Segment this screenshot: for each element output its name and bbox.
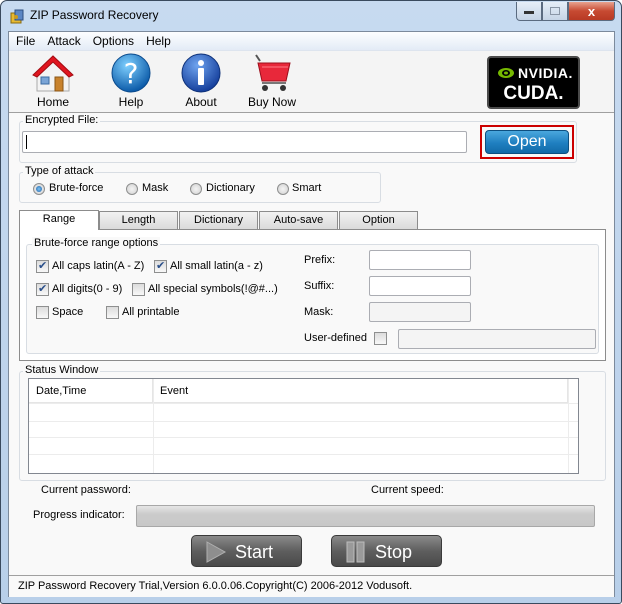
column-header-event[interactable]: Event — [153, 379, 568, 403]
text-caret — [26, 135, 27, 149]
buy-now-label: Buy Now — [247, 95, 297, 109]
checkbox-caps-latin[interactable] — [36, 259, 49, 273]
maximize-button[interactable] — [542, 2, 568, 21]
menu-attack[interactable]: Attack — [40, 32, 85, 50]
radio-brute-force[interactable] — [33, 183, 45, 195]
help-label: Help — [118, 95, 144, 109]
stop-label: Stop — [375, 542, 413, 562]
encrypted-file-label: Encrypted File: — [23, 114, 101, 126]
radio-mask[interactable] — [126, 183, 138, 195]
help-icon: ? — [111, 53, 151, 93]
help-button[interactable]: ? Help — [101, 53, 161, 111]
about-label: About — [185, 95, 217, 109]
checkbox-user-defined[interactable] — [374, 332, 387, 345]
app-icon — [10, 9, 24, 24]
tab-option[interactable]: Option — [339, 211, 418, 230]
row-divider — [29, 437, 578, 438]
minimize-icon — [524, 11, 534, 14]
row-divider — [29, 454, 578, 455]
checkbox-special-symbols[interactable] — [132, 283, 145, 296]
cuda-label: CUDA. — [503, 83, 564, 104]
radio-brute-force-label: Brute-force — [49, 182, 104, 194]
pause-icon — [346, 541, 365, 563]
radio-smart-label: Smart — [292, 182, 322, 194]
close-icon: x — [587, 3, 596, 19]
checkbox-space-label: Space — [52, 306, 84, 318]
window-controls: x — [516, 2, 615, 21]
svg-text:?: ? — [124, 57, 139, 90]
toolbar: Home ? Help About Buy Now NVIDIA. CUDA. — [9, 51, 614, 113]
user-defined-input[interactable] — [398, 329, 596, 349]
radio-mask-label: Mask — [142, 182, 169, 194]
radio-smart[interactable] — [277, 183, 289, 195]
cart-icon — [255, 54, 291, 91]
checkbox-special-symbols-label: All special symbols(!@#...) — [148, 283, 278, 295]
app-window: ZIP Password Recovery x File Attack Opti… — [0, 0, 622, 604]
current-speed-label: Current speed: — [371, 484, 444, 496]
open-button-highlight: Open — [480, 125, 574, 159]
mask-input[interactable] — [369, 302, 471, 322]
minimize-button[interactable] — [516, 2, 542, 21]
status-bar-text: ZIP Password Recovery Trial,Version 6.0.… — [18, 580, 413, 592]
tab-length[interactable]: Length — [99, 211, 178, 230]
stop-button[interactable]: Stop — [331, 535, 442, 567]
column-header-date-time[interactable]: Date,Time — [29, 379, 153, 403]
menu-help[interactable]: Help — [139, 32, 176, 50]
radio-dictionary-label: Dictionary — [206, 182, 255, 194]
encrypted-file-input[interactable] — [22, 131, 467, 153]
checkbox-small-latin-label: All small latin(a - z) — [170, 260, 263, 272]
row-divider — [29, 421, 578, 422]
status-bar: ZIP Password Recovery Trial,Version 6.0.… — [9, 575, 614, 597]
nvidia-eye-icon — [498, 68, 514, 78]
checkbox-small-latin[interactable] — [154, 259, 167, 273]
menu-options[interactable]: Options — [86, 32, 139, 50]
close-button[interactable]: x — [568, 2, 615, 21]
checkbox-digits-label: All digits(0 - 9) — [52, 283, 123, 295]
mask-label: Mask: — [304, 306, 334, 318]
menu-file[interactable]: File — [9, 32, 40, 50]
info-icon — [181, 53, 221, 93]
column-divider — [568, 379, 569, 473]
checkbox-caps-latin-label: All caps latin(A - Z) — [52, 260, 145, 272]
attack-type-label: Type of attack — [23, 165, 96, 177]
buy-now-button[interactable]: Buy Now — [242, 53, 302, 111]
brute-force-range-label: Brute-force range options — [32, 237, 161, 249]
start-label: Start — [235, 542, 274, 562]
status-window-label: Status Window — [23, 364, 101, 376]
home-button[interactable]: Home — [23, 53, 83, 111]
status-table[interactable]: Date,Time Event — [28, 378, 579, 474]
checkbox-all-printable-label: All printable — [122, 306, 180, 318]
nvidia-label: NVIDIA. — [518, 65, 573, 81]
range-tab-panel: Brute-force range options All caps latin… — [19, 229, 606, 361]
home-icon — [32, 55, 74, 92]
user-defined-label: User-defined — [304, 332, 367, 344]
play-icon — [206, 541, 227, 563]
start-button[interactable]: Start — [191, 535, 302, 567]
prefix-input[interactable] — [369, 250, 471, 270]
checkbox-space[interactable] — [36, 306, 49, 319]
checkbox-digits[interactable] — [36, 282, 49, 296]
prefix-label: Prefix: — [304, 254, 336, 266]
progress-bar — [136, 505, 595, 527]
column-divider — [153, 379, 154, 473]
about-button[interactable]: About — [171, 53, 231, 111]
nvidia-cuda-badge: NVIDIA. CUDA. — [487, 56, 580, 109]
tab-auto-save[interactable]: Auto-save — [259, 211, 338, 230]
radio-dictionary[interactable] — [190, 183, 202, 195]
home-label: Home — [36, 95, 69, 109]
tab-dictionary[interactable]: Dictionary — [179, 211, 258, 230]
suffix-label: Suffix: — [304, 280, 335, 292]
suffix-input[interactable] — [369, 276, 471, 296]
title-bar: ZIP Password Recovery x — [1, 1, 621, 31]
window-title: ZIP Password Recovery — [30, 8, 159, 22]
menu-bar: File Attack Options Help — [9, 32, 614, 51]
checkbox-all-printable[interactable] — [106, 306, 119, 319]
row-divider — [29, 403, 578, 404]
open-button[interactable]: Open — [485, 130, 569, 154]
tab-range[interactable]: Range — [19, 210, 99, 230]
current-password-label: Current password: — [41, 484, 131, 496]
progress-indicator-label: Progress indicator: — [33, 509, 125, 521]
maximize-icon — [550, 7, 560, 15]
client-area: File Attack Options Help Home ? Help Abo… — [8, 31, 615, 597]
